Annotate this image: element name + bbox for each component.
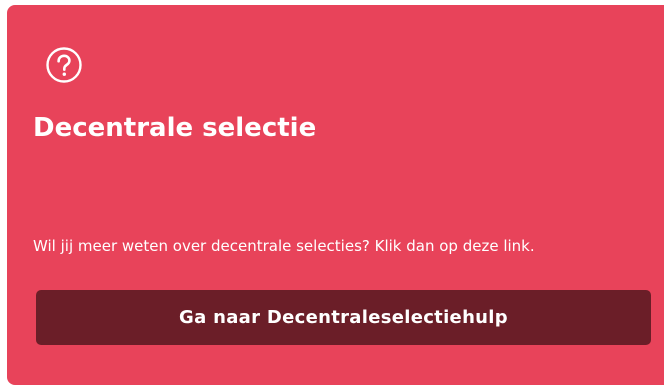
- decentrale-selectiehulp-button[interactable]: Ga naar Decentraleselectiehulp: [36, 290, 651, 345]
- question-circle-icon: [45, 46, 83, 84]
- card-title: Decentrale selectie: [33, 113, 317, 143]
- page-background: Decentrale selectie Wil jij meer weten o…: [0, 0, 664, 385]
- card-description: Wil jij meer weten over decentrale selec…: [33, 237, 535, 255]
